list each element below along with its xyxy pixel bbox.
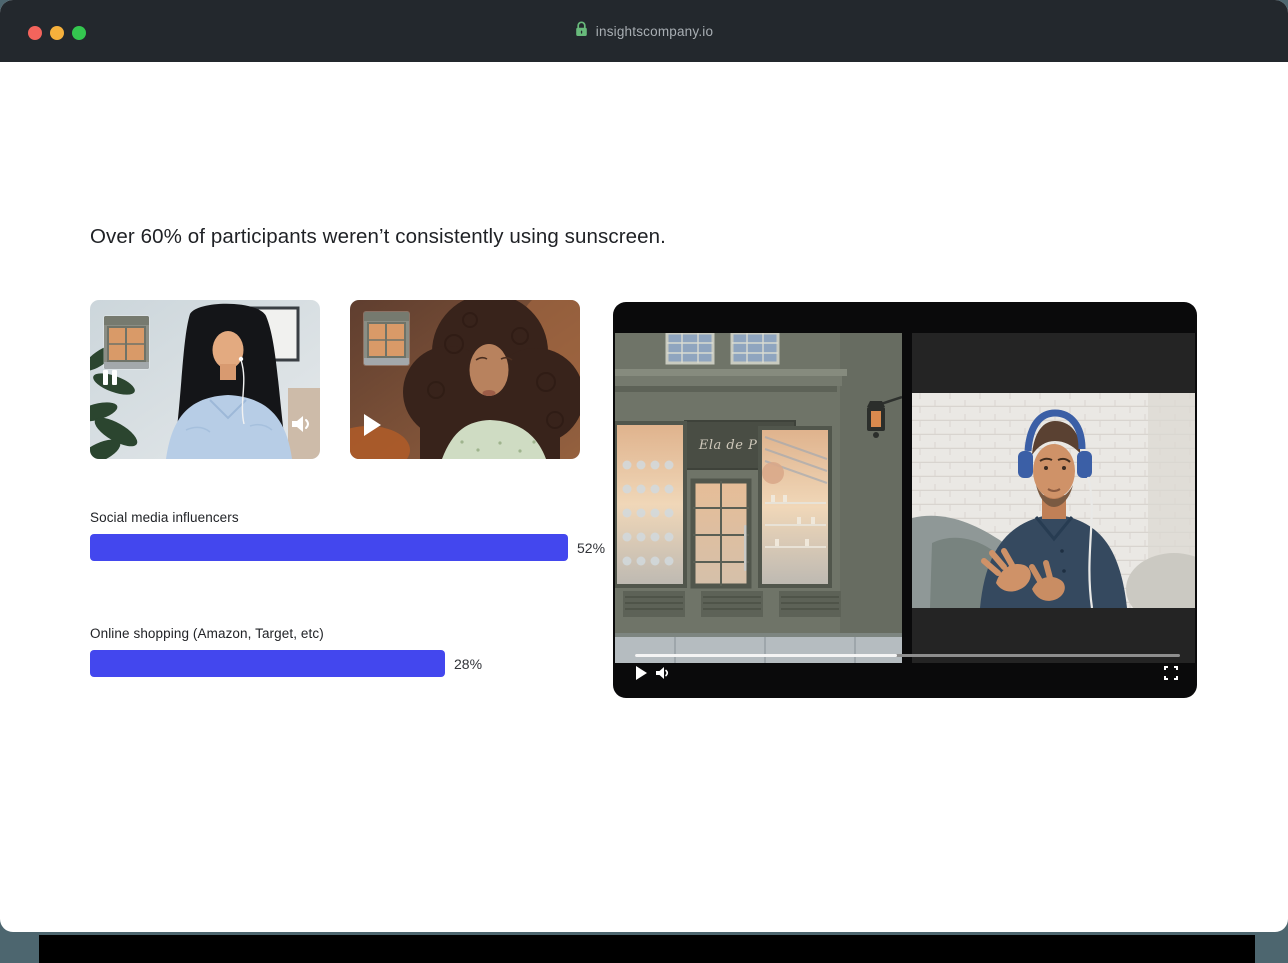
lock-icon [575,21,588,42]
storefront-pip-thumbnail [104,316,149,369]
storefront-video-pane: Ela de Pure [615,333,902,663]
browser-window: insightscompany.io Over 60% of participa… [0,0,1288,932]
background-window-bar [39,935,1255,963]
bar-value-social-media: 52% [577,540,605,556]
browser-title-bar: insightscompany.io [0,0,1288,62]
bar-label-online-shopping: Online shopping (Amazon, Target, etc) [90,626,324,641]
progress-played [635,654,897,657]
url-text: insightscompany.io [596,24,713,39]
bar-row: 28% [90,650,482,677]
page-title: Over 60% of participants weren’t consist… [90,225,666,249]
interview-video-pane [912,333,1195,663]
play-button[interactable] [636,666,647,680]
bar-label-social-media: Social media influencers [90,510,239,525]
volume-button[interactable] [655,666,670,685]
bar-value-online-shopping: 28% [454,656,482,672]
storefront-pip-thumbnail [364,312,409,365]
participant-video-2[interactable] [350,300,580,459]
main-video-player[interactable]: Ela de Pure [613,302,1197,698]
bar-row: 52% [90,534,605,561]
bar-online-shopping [90,650,445,677]
pause-icon[interactable] [103,370,119,385]
progress-bar[interactable] [635,654,1180,657]
play-icon[interactable] [364,414,381,436]
participant-video-1[interactable] [90,300,320,459]
address-bar[interactable]: insightscompany.io [0,0,1288,62]
interviewee-video [912,393,1195,608]
volume-icon[interactable] [290,414,312,439]
bar-social-media [90,534,568,561]
fullscreen-button[interactable] [1164,666,1178,685]
